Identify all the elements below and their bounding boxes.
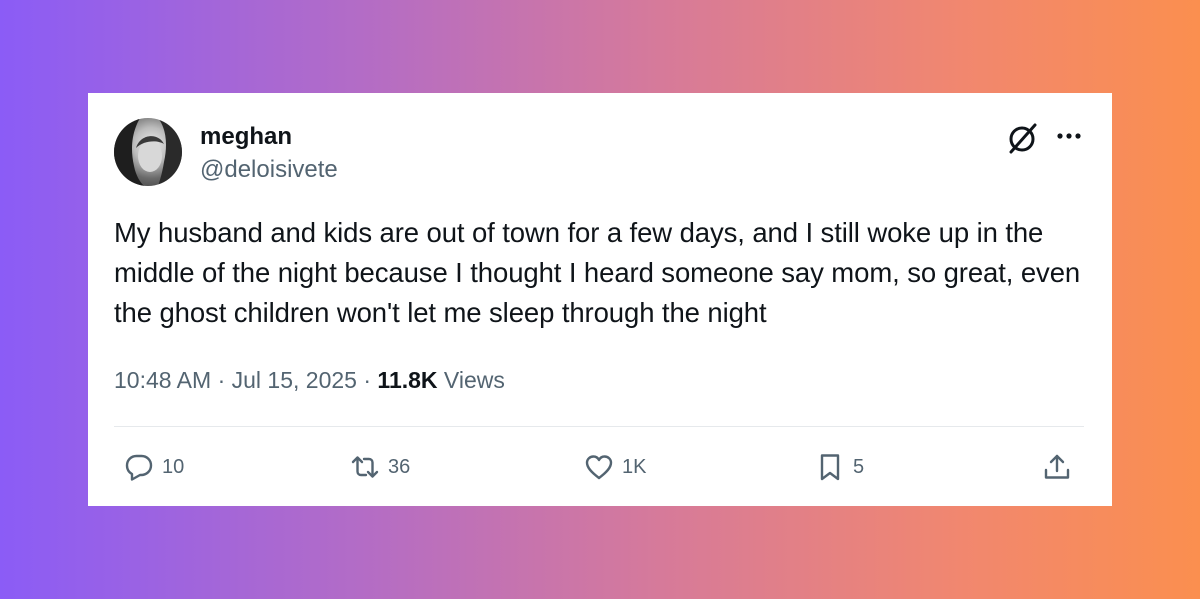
reply-count: 10	[162, 456, 185, 478]
retweet-count: 36	[388, 456, 411, 478]
retweet-button[interactable]: 36	[350, 449, 410, 485]
tweet-card: meghan @deloisivete My husband and kids …	[88, 93, 1112, 506]
tweet-text: My husband and kids are out of town for …	[114, 217, 1081, 328]
meta-separator: ·	[217, 367, 226, 393]
like-icon	[584, 452, 614, 482]
meta-separator: ·	[363, 367, 372, 393]
like-button[interactable]: 1K	[584, 449, 646, 485]
more-icon[interactable]	[1054, 126, 1084, 146]
bookmark-button[interactable]: 5	[815, 449, 864, 485]
bookmark-icon	[815, 452, 845, 482]
like-count: 1K	[622, 456, 647, 478]
display-name[interactable]: meghan	[200, 123, 292, 151]
tweet-time[interactable]: 10:48 AM	[114, 367, 211, 393]
views-count: 11.8K	[377, 367, 438, 393]
divider	[114, 426, 1084, 427]
grok-icon[interactable]	[1006, 121, 1040, 155]
reply-icon	[124, 452, 154, 482]
views-label: Views	[443, 367, 505, 393]
share-button[interactable]	[1042, 449, 1072, 485]
bookmark-count: 5	[853, 456, 865, 478]
share-icon	[1042, 452, 1072, 482]
handle[interactable]: @deloisivete	[200, 156, 338, 184]
reply-button[interactable]: 10	[124, 449, 184, 485]
tweet-date[interactable]: Jul 15, 2025	[232, 367, 357, 393]
tweet-meta: 10:48 AM · Jul 15, 2025 · 11.8K Views	[114, 366, 505, 394]
avatar[interactable]	[114, 118, 182, 186]
retweet-icon	[350, 452, 380, 482]
avatar-image	[114, 118, 182, 186]
